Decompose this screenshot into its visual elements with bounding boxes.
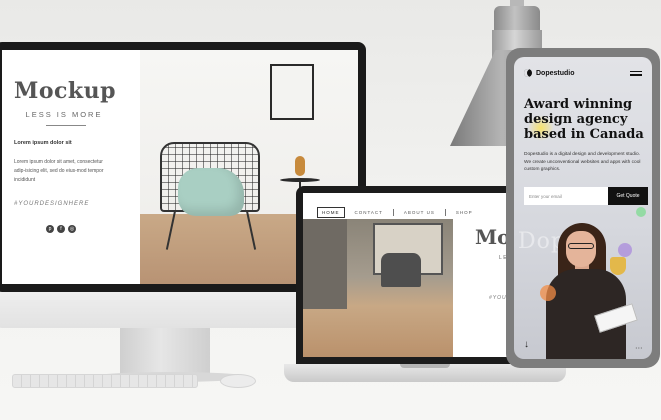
monitor-lorem-heading: Lorem ipsum dolor sit xyxy=(14,140,72,146)
nav-contact[interactable]: CONTACT xyxy=(351,208,387,217)
hero-description: Dopestudio is a digital design and devel… xyxy=(524,152,641,172)
nav-about[interactable]: ABOUT US xyxy=(400,208,439,217)
moon-logo-icon xyxy=(524,69,532,77)
facebook-icon[interactable]: f xyxy=(57,225,65,233)
glasses xyxy=(568,243,594,249)
keyboard xyxy=(12,374,198,388)
wall-frame xyxy=(270,64,314,120)
phone-logo[interactable]: Dopestudio xyxy=(524,69,575,77)
hero-title: Award winning design agency based in Can… xyxy=(524,97,644,142)
tagline-divider xyxy=(46,125,86,126)
mouse xyxy=(220,374,256,388)
monitor-hashtag: #YOURDESIGNHERE xyxy=(14,201,90,207)
chair-leg xyxy=(165,210,177,250)
trophy-icon xyxy=(610,257,626,275)
pineapple-decor xyxy=(295,156,305,176)
laptop-nav: HOME CONTACT ABOUT US SHOP xyxy=(317,207,477,218)
laptop-notch xyxy=(400,364,450,368)
phone: Dopestudio Award winning design agency b… xyxy=(506,48,660,368)
instagram-icon[interactable]: ◎ xyxy=(68,225,76,233)
nav-separator xyxy=(444,209,446,216)
logo-text: Dopestudio xyxy=(536,69,575,77)
pager-dots: • • • xyxy=(635,345,642,350)
nav-shop[interactable]: SHOP xyxy=(452,208,477,217)
interior-photo xyxy=(303,219,453,357)
chair-cushion xyxy=(178,168,244,216)
social-links: p f ◎ xyxy=(46,225,140,233)
phone-screen: Dopestudio Award winning design agency b… xyxy=(514,57,652,359)
monitor-tagline: LESS IS MORE xyxy=(25,110,103,119)
phone-header: Dopestudio xyxy=(524,67,642,79)
nav-home[interactable]: HOME xyxy=(317,207,345,218)
purple-accent-blob xyxy=(618,243,632,257)
monitor-lorem-body: Lorem ipsum dolor sit amet, consectetur … xyxy=(14,159,104,183)
pinterest-icon[interactable]: p xyxy=(46,225,54,233)
hamburger-menu-icon[interactable] xyxy=(630,70,642,76)
person-face xyxy=(566,231,596,267)
nav-separator xyxy=(392,209,394,216)
monitor-hero-panel: Mockup LESS IS MORE Lorem ipsum dolor si… xyxy=(2,50,140,284)
email-form: Get Quote xyxy=(524,187,648,205)
orange-accent-blob xyxy=(540,285,556,301)
email-input[interactable] xyxy=(524,187,608,205)
photo-wall xyxy=(303,219,347,309)
down-arrow-icon[interactable]: ↓ xyxy=(524,339,529,350)
chair-leg xyxy=(245,210,257,250)
green-accent-blob xyxy=(636,207,646,217)
get-quote-button[interactable]: Get Quote xyxy=(608,187,648,205)
monitor-brand: Mockup xyxy=(14,78,117,104)
photo-chair xyxy=(381,253,421,287)
